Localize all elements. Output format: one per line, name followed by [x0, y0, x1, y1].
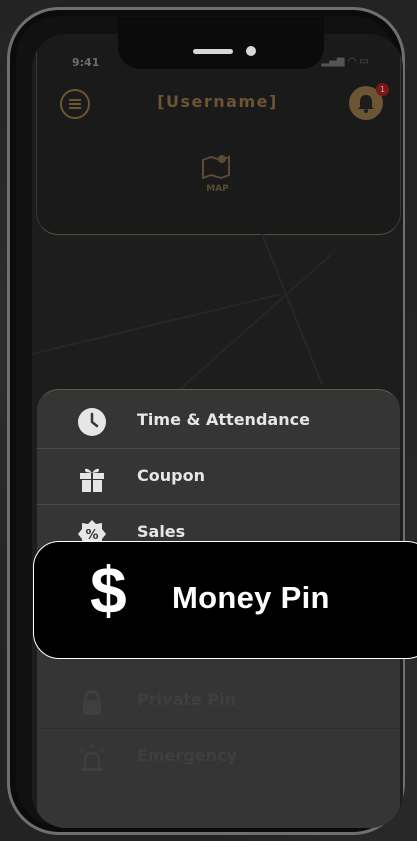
siren-icon — [77, 743, 107, 773]
money-pin-callout[interactable]: $ Money Pin — [33, 541, 417, 659]
menu-item-label: Coupon — [137, 466, 205, 485]
menu-item-coupon[interactable]: Coupon — [37, 449, 400, 505]
menu-item-label: Time & Attendance — [137, 410, 310, 429]
phone-frame: 9:41 ▂▄▆ ◠ ▭ [Username] 1 MAP Time & Att… — [7, 7, 405, 835]
camera — [246, 46, 256, 56]
gift-icon — [77, 463, 107, 493]
speaker — [193, 49, 233, 54]
notification-badge: 1 — [376, 83, 389, 96]
menu-item-private-pin[interactable]: Private Pin — [37, 673, 400, 729]
map-label[interactable]: MAP — [32, 184, 403, 194]
money-pin-label: Money Pin — [172, 580, 330, 615]
menu-item-label: Sales — [137, 522, 186, 541]
map-background — [32, 234, 333, 414]
menu-item-label: Emergency — [137, 746, 237, 765]
phone-notch — [118, 17, 324, 69]
dollar-icon: $ — [90, 553, 127, 627]
menu-item-label: Private Pin — [137, 690, 236, 709]
status-icons: ▂▄▆ ◠ ▭ — [321, 56, 369, 67]
lock-icon — [77, 687, 107, 717]
menu-item-emergency[interactable]: Emergency — [37, 729, 400, 785]
status-time: 9:41 — [72, 56, 100, 69]
clock-icon — [77, 407, 107, 437]
phone-screen: 9:41 ▂▄▆ ◠ ▭ [Username] 1 MAP Time & Att… — [32, 34, 403, 828]
username-title: [Username] — [157, 92, 278, 111]
menu-item-time-attendance[interactable]: Time & Attendance — [37, 393, 400, 449]
map-icon[interactable] — [200, 152, 232, 180]
